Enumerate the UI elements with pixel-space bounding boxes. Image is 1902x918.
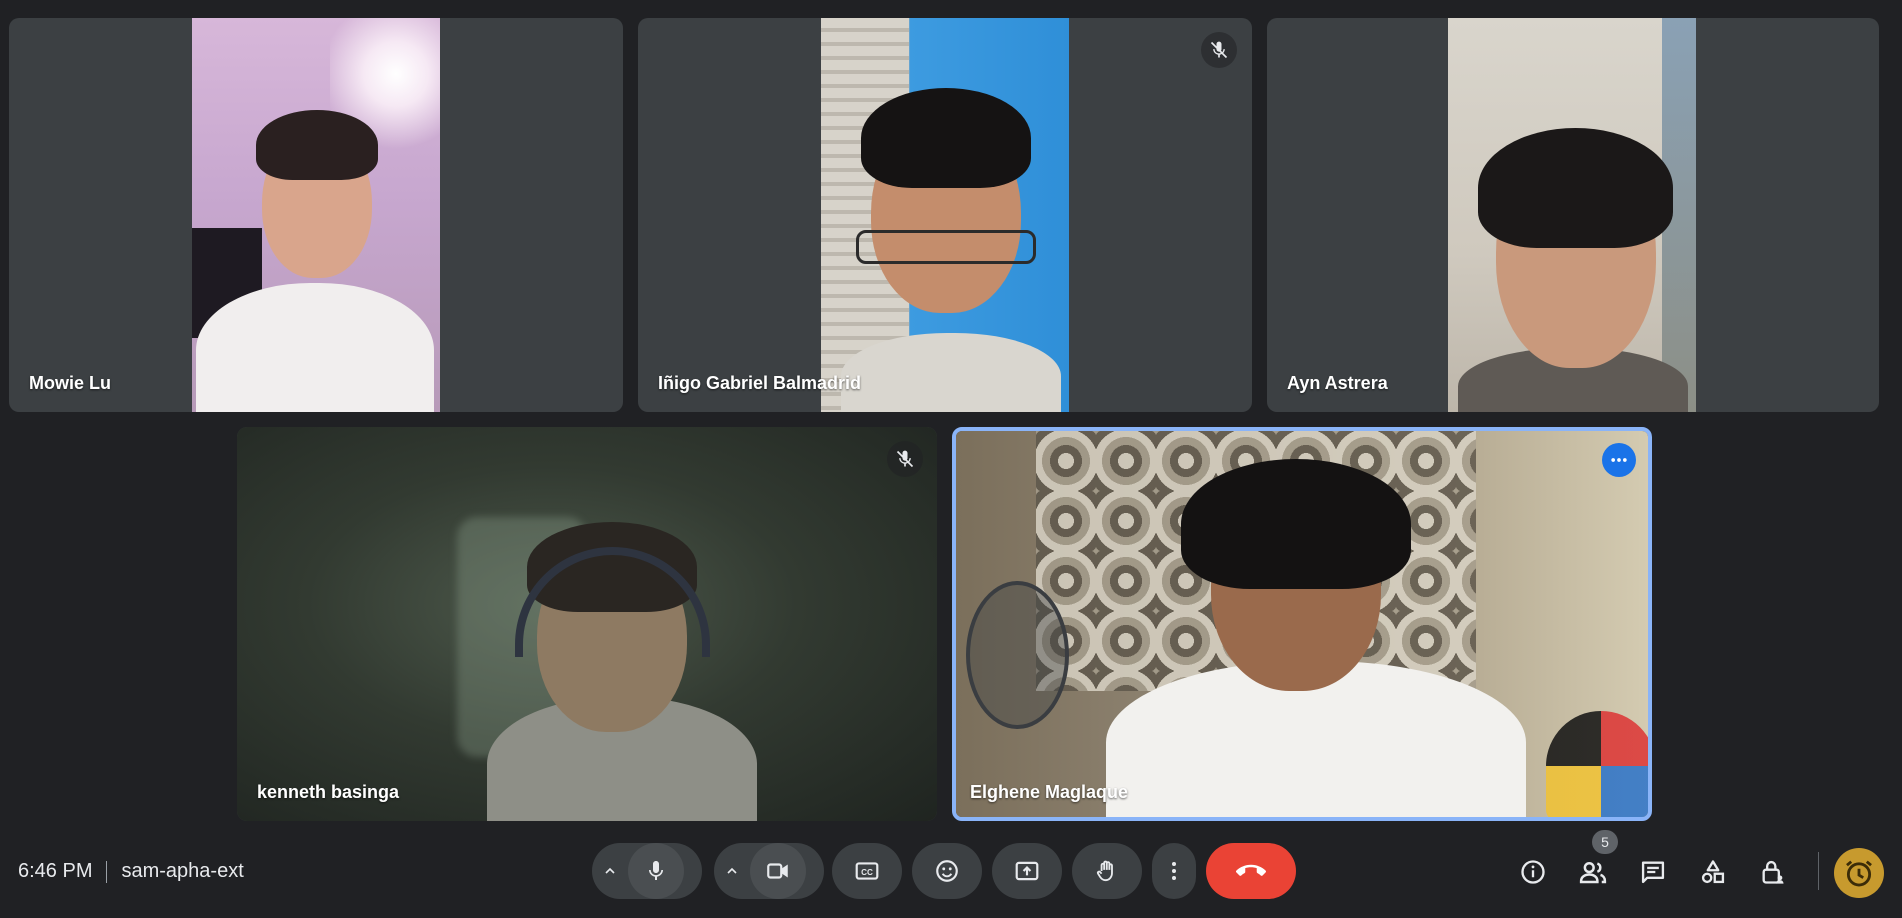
participant-more-options-button[interactable] — [1602, 443, 1636, 477]
participant-video — [237, 427, 937, 821]
participant-video — [192, 18, 440, 412]
microphone-button[interactable] — [628, 843, 684, 899]
meeting-details-button[interactable] — [1511, 850, 1555, 894]
svg-text:CC: CC — [861, 868, 873, 877]
participant-video — [956, 431, 1648, 817]
chevron-up-icon — [605, 867, 615, 874]
camera-button[interactable] — [750, 843, 806, 899]
participant-video — [1448, 18, 1696, 412]
chat-button[interactable] — [1631, 850, 1675, 894]
audio-options-button[interactable] — [592, 843, 628, 899]
hand-icon — [1096, 860, 1113, 882]
participant-count-badge: 5 — [1592, 830, 1618, 854]
mic-off-icon — [896, 450, 914, 468]
companion-avatar-button[interactable] — [1834, 848, 1884, 898]
mic-off-icon — [1210, 41, 1228, 59]
more-horiz-icon — [1611, 458, 1627, 462]
info-icon — [1521, 860, 1545, 884]
mic-icon — [649, 861, 663, 880]
chevron-up-icon — [727, 867, 737, 874]
more-options-button[interactable] — [1152, 843, 1196, 899]
participant-tile-elghene-maglaque[interactable]: Elghene Maglaque — [952, 427, 1652, 821]
people-button[interactable] — [1571, 850, 1615, 894]
current-time: 6:46 PM — [18, 860, 93, 882]
reactions-button[interactable] — [912, 843, 982, 899]
participant-tile-inigo-gabriel-balmadrid[interactable]: Iñigo Gabriel Balmadrid — [638, 18, 1252, 412]
participant-video — [821, 18, 1069, 412]
participant-name: Elghene Maglaque — [970, 782, 1129, 802]
emoji-icon — [936, 860, 958, 882]
divider — [1818, 852, 1819, 890]
present-screen-icon — [1015, 861, 1039, 881]
more-vert-icon — [1172, 862, 1176, 880]
present-button[interactable] — [992, 843, 1062, 899]
timer-avatar-icon — [1846, 860, 1872, 887]
raise-hand-button[interactable] — [1072, 843, 1142, 899]
closed-captions-icon: CC — [855, 862, 879, 880]
people-icon — [1579, 862, 1607, 884]
videocam-icon — [767, 863, 788, 879]
participant-tile-mowie-lu[interactable]: Mowie Lu — [9, 18, 623, 412]
video-options-button[interactable] — [714, 843, 750, 899]
mic-control-group — [592, 843, 702, 899]
muted-indicator — [887, 441, 923, 477]
participant-name: kenneth basinga — [257, 782, 400, 802]
call-end-icon — [1236, 864, 1266, 876]
activities-button[interactable] — [1691, 850, 1735, 894]
activities-icon — [1701, 860, 1725, 884]
muted-indicator — [1201, 32, 1237, 68]
lock-person-icon — [1762, 860, 1784, 884]
participant-name: Mowie Lu — [29, 373, 111, 393]
camera-control-group — [714, 843, 824, 899]
captions-button[interactable]: CC — [832, 843, 902, 899]
participant-tile-ayn-astrera[interactable]: Ayn Astrera — [1267, 18, 1879, 412]
meeting-code: sam-apha-ext — [121, 860, 244, 882]
participant-name: Iñigo Gabriel Balmadrid — [658, 373, 862, 393]
leave-call-button[interactable] — [1206, 843, 1296, 899]
meeting-details: 6:46 PM sam-apha-ext — [18, 860, 244, 883]
participant-name: Ayn Astrera — [1287, 373, 1388, 393]
chat-icon — [1641, 861, 1665, 884]
participant-tile-kenneth-basinga[interactable]: kenneth basinga — [237, 427, 937, 821]
host-controls-button[interactable] — [1751, 850, 1795, 894]
divider — [106, 860, 108, 883]
